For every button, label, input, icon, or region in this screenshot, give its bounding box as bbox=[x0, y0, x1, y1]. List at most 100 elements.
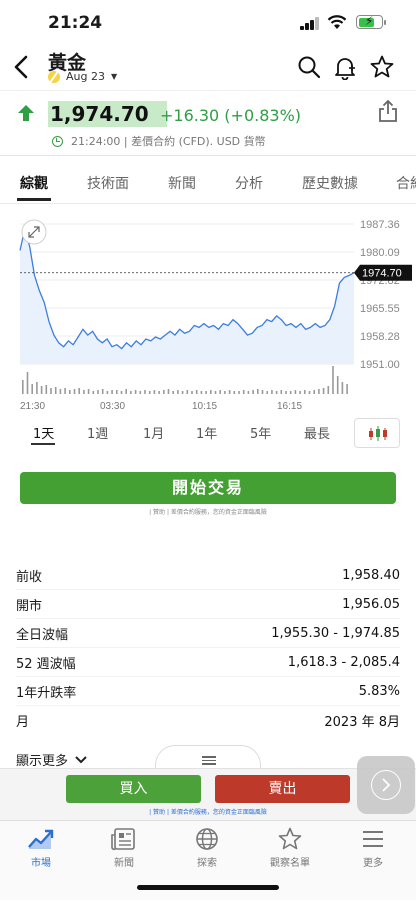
volume-bar bbox=[257, 389, 259, 394]
volume-bar bbox=[172, 391, 174, 394]
stat-label: 1年升跌率 bbox=[16, 685, 77, 701]
nav-markets-label: 市場 bbox=[31, 858, 51, 869]
last-price-tag-text: 1974.70 bbox=[362, 268, 402, 280]
volume-bar bbox=[210, 390, 212, 394]
add-alert-bell-icon[interactable] bbox=[332, 54, 358, 80]
volume-bar bbox=[346, 384, 348, 394]
volume-bar bbox=[153, 390, 156, 394]
volume-bar bbox=[205, 391, 207, 394]
x-tick-label: 10:15 bbox=[192, 401, 217, 412]
globe-icon bbox=[196, 828, 218, 850]
nav-markets[interactable]: 市場 bbox=[6, 827, 76, 869]
tab-analysis[interactable]: 分析 bbox=[235, 173, 263, 193]
volume-bar bbox=[327, 386, 330, 394]
volume-bar bbox=[289, 391, 292, 394]
range-selector: 1天 1週 1月 1年 5年 最長 bbox=[0, 418, 416, 450]
stat-row: 開市 1,956.05 bbox=[16, 590, 400, 619]
expand-chart-icon[interactable] bbox=[21, 219, 47, 245]
y-tick-label: 1987.36 bbox=[360, 219, 400, 231]
volume-bar bbox=[285, 391, 287, 394]
start-trading-button[interactable]: 開始交易 bbox=[20, 472, 396, 504]
active-range-indicator bbox=[31, 443, 55, 445]
nav-more[interactable]: 更多 bbox=[338, 827, 408, 869]
volume-bar bbox=[22, 380, 24, 394]
show-more-button[interactable]: 顯示更多 bbox=[16, 750, 88, 769]
nav-news[interactable]: 新聞 bbox=[89, 827, 159, 869]
nav-explore[interactable]: 探索 bbox=[172, 827, 242, 869]
volume-bar bbox=[191, 391, 193, 394]
sell-button[interactable]: 賣出 bbox=[215, 775, 350, 803]
y-tick-label: 1980.09 bbox=[360, 247, 400, 259]
volume-bar bbox=[332, 366, 334, 394]
tab-overview[interactable]: 綜觀 bbox=[20, 173, 48, 193]
volume-bar bbox=[261, 390, 264, 394]
markets-chart-icon bbox=[28, 829, 54, 849]
tab-contracts[interactable]: 合約 bbox=[396, 173, 416, 193]
volume-bar bbox=[219, 390, 221, 394]
cellular-signal-icon bbox=[300, 17, 320, 30]
price-chart[interactable]: 1987.361980.091972.821965.551958.281951.… bbox=[0, 212, 416, 412]
volume-bar bbox=[228, 390, 231, 394]
volume-bar bbox=[247, 391, 250, 394]
volume-bar bbox=[313, 390, 315, 394]
battery-icon: ⚡ bbox=[356, 14, 386, 29]
range-max[interactable]: 最長 bbox=[304, 423, 330, 442]
nav-bar: 黃金 Aug 23 ▼ bbox=[0, 46, 416, 90]
volume-bar bbox=[69, 390, 71, 394]
contract-selector[interactable]: Aug 23 ▼ bbox=[48, 70, 117, 83]
stat-label: 52 週波幅 bbox=[16, 656, 76, 672]
volume-bar bbox=[318, 389, 320, 394]
back-icon[interactable] bbox=[10, 52, 34, 82]
volume-bar bbox=[36, 382, 38, 394]
volume-bar bbox=[341, 382, 344, 394]
volume-bar bbox=[101, 389, 104, 394]
star-icon[interactable] bbox=[369, 54, 395, 80]
stat-value: 5.83% bbox=[358, 683, 400, 699]
volume-bar bbox=[294, 390, 297, 394]
volume-bar bbox=[125, 389, 127, 394]
volume-bar bbox=[252, 390, 254, 394]
volume-bar bbox=[181, 391, 184, 394]
volume-bar bbox=[167, 389, 170, 394]
volume-bar bbox=[139, 391, 142, 394]
tab-technical[interactable]: 技術面 bbox=[87, 173, 129, 193]
volume-bar bbox=[148, 391, 151, 394]
buy-button[interactable]: 買入 bbox=[66, 775, 201, 803]
chevron-down-icon bbox=[75, 755, 87, 763]
quote-header: 1,974.70 +16.30 (+0.83%) 21:24:00 | 差價合約… bbox=[0, 90, 416, 156]
volume-bar bbox=[322, 388, 325, 394]
volume-bar bbox=[40, 386, 43, 394]
tab-news[interactable]: 新聞 bbox=[168, 173, 196, 193]
price-change: +16.30 (+0.83%) bbox=[160, 106, 302, 125]
volume-bar bbox=[144, 390, 146, 394]
range-1w[interactable]: 1週 bbox=[87, 423, 108, 442]
range-5y[interactable]: 5年 bbox=[250, 423, 271, 442]
last-price-tag: 1974.70 bbox=[354, 264, 412, 281]
next-arrow-button[interactable] bbox=[357, 756, 415, 814]
nav-watchlist[interactable]: 觀察名單 bbox=[255, 827, 325, 869]
volume-bar bbox=[83, 390, 85, 394]
last-price: 1,974.70 bbox=[48, 101, 167, 127]
volume-bar bbox=[120, 391, 123, 394]
volume-bar bbox=[266, 391, 268, 394]
search-icon[interactable] bbox=[296, 54, 322, 80]
order-bar: 買入 賣出 | 贊助 | 差價合約服務，您的資金正面臨風險 bbox=[0, 768, 416, 820]
volume-bar bbox=[111, 390, 113, 394]
range-1y[interactable]: 1年 bbox=[196, 423, 217, 442]
volume-bar bbox=[106, 391, 109, 394]
volume-bar bbox=[50, 388, 52, 394]
volume-bar bbox=[186, 390, 189, 394]
volume-bar bbox=[116, 390, 118, 394]
x-tick-label: 03:30 bbox=[100, 401, 125, 412]
volume-bar bbox=[31, 384, 33, 394]
share-icon[interactable] bbox=[378, 99, 398, 123]
stat-value: 1,955.30 - 1,974.85 bbox=[271, 625, 400, 641]
range-1m[interactable]: 1月 bbox=[143, 423, 164, 442]
volume-bar bbox=[224, 391, 226, 394]
nav-explore-label: 探索 bbox=[197, 858, 217, 869]
candlestick-toggle-button[interactable] bbox=[354, 418, 400, 448]
range-1d[interactable]: 1天 bbox=[33, 423, 54, 442]
volume-bar bbox=[92, 391, 95, 394]
tab-historical-data[interactable]: 歷史數據 bbox=[302, 173, 358, 193]
volume-bar bbox=[54, 387, 57, 394]
